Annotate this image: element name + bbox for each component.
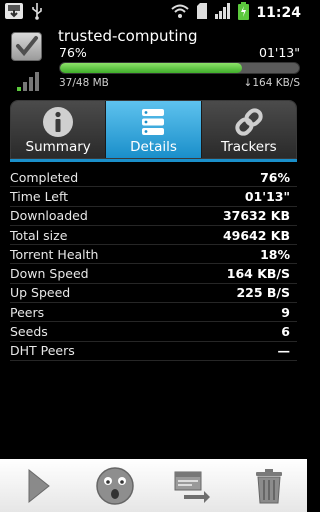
signal-strength-icon	[17, 72, 39, 91]
detail-value: 49642 KB	[222, 227, 290, 243]
move-data-button[interactable]	[154, 459, 231, 512]
progress-percent: 76%	[59, 45, 87, 60]
detail-key: Down Speed	[10, 266, 89, 282]
torrent-checkbox[interactable]	[11, 32, 42, 61]
sad-face-icon	[96, 466, 134, 505]
details-row: Up Speed 225 B/S	[10, 284, 297, 304]
detail-value: 76%	[260, 169, 290, 185]
torrent-header[interactable]: trusted-computing 76% 01'13" 37/48 MB ↓1…	[0, 25, 307, 97]
details-row: Total size 49642 KB	[10, 226, 297, 246]
detail-value: 9	[281, 304, 290, 320]
detail-value: 01'13"	[244, 188, 290, 204]
detail-key: Total size	[10, 227, 68, 243]
tab-indicator-line	[10, 159, 297, 162]
info-icon	[43, 107, 74, 137]
play-icon	[28, 468, 51, 503]
detail-key: Time Left	[10, 188, 69, 204]
tab-summary[interactable]: Summary	[11, 101, 107, 158]
clock: 11:24	[256, 4, 301, 21]
detail-key: Downloaded	[10, 208, 88, 224]
progress-fill	[60, 63, 242, 73]
cell-signal-icon	[215, 2, 231, 23]
torrent-name: trusted-computing	[58, 27, 198, 45]
detail-key: Completed	[10, 169, 79, 185]
sd-card-icon	[196, 2, 208, 23]
link-icon	[235, 108, 263, 136]
wifi-icon	[171, 3, 190, 22]
details-row: Torrent Health 18%	[10, 245, 297, 265]
health-button[interactable]	[77, 459, 154, 512]
usb-icon	[30, 2, 44, 24]
details-row: Downloaded 37632 KB	[10, 207, 297, 226]
download-notification-icon[interactable]	[4, 2, 24, 24]
detail-value: 37632 KB	[222, 208, 290, 224]
tab-details[interactable]: Details	[106, 101, 202, 158]
details-row: Down Speed 164 KB/S	[10, 264, 297, 284]
download-speed: ↓164 KB/S	[243, 77, 300, 89]
tab-label: Summary	[25, 139, 91, 155]
resume-button[interactable]	[0, 459, 77, 512]
detail-value: 164 KB/S	[226, 266, 290, 282]
detail-key: Up Speed	[10, 285, 71, 301]
details-row: Time Left 01'13"	[10, 187, 297, 207]
detail-key: DHT Peers	[10, 343, 75, 359]
detail-key: Torrent Health	[10, 246, 99, 262]
status-bar: 11:24	[0, 0, 307, 25]
downloaded-size: 37/48 MB	[59, 77, 109, 89]
tab-label: Trackers	[220, 139, 277, 155]
time-remaining: 01'13"	[259, 45, 300, 60]
detail-value: 18%	[260, 246, 290, 262]
details-table: Completed 76% Time Left 01'13" Downloade…	[10, 168, 297, 361]
details-row: Peers 9	[10, 303, 297, 323]
detail-value: —	[277, 343, 291, 359]
progress-bar	[59, 62, 300, 74]
tab-trackers[interactable]: Trackers	[201, 101, 296, 158]
bottom-toolbar	[0, 459, 307, 512]
details-row: DHT Peers —	[10, 342, 297, 361]
server-list-icon	[142, 109, 165, 135]
tab-label: Details	[130, 139, 177, 155]
details-row: Completed 76%	[10, 168, 297, 188]
battery-charging-icon	[238, 1, 250, 24]
detail-value: 6	[281, 324, 290, 340]
checkmark-icon	[16, 36, 38, 57]
delete-button[interactable]	[230, 459, 307, 512]
details-row: Seeds 6	[10, 322, 297, 342]
tab-bar: Summary Details Trackers	[10, 100, 297, 159]
move-file-icon	[174, 471, 210, 503]
detail-value: 225 B/S	[236, 285, 290, 301]
detail-key: Peers	[10, 304, 45, 320]
detail-key: Seeds	[10, 324, 48, 340]
trash-icon	[255, 468, 282, 503]
